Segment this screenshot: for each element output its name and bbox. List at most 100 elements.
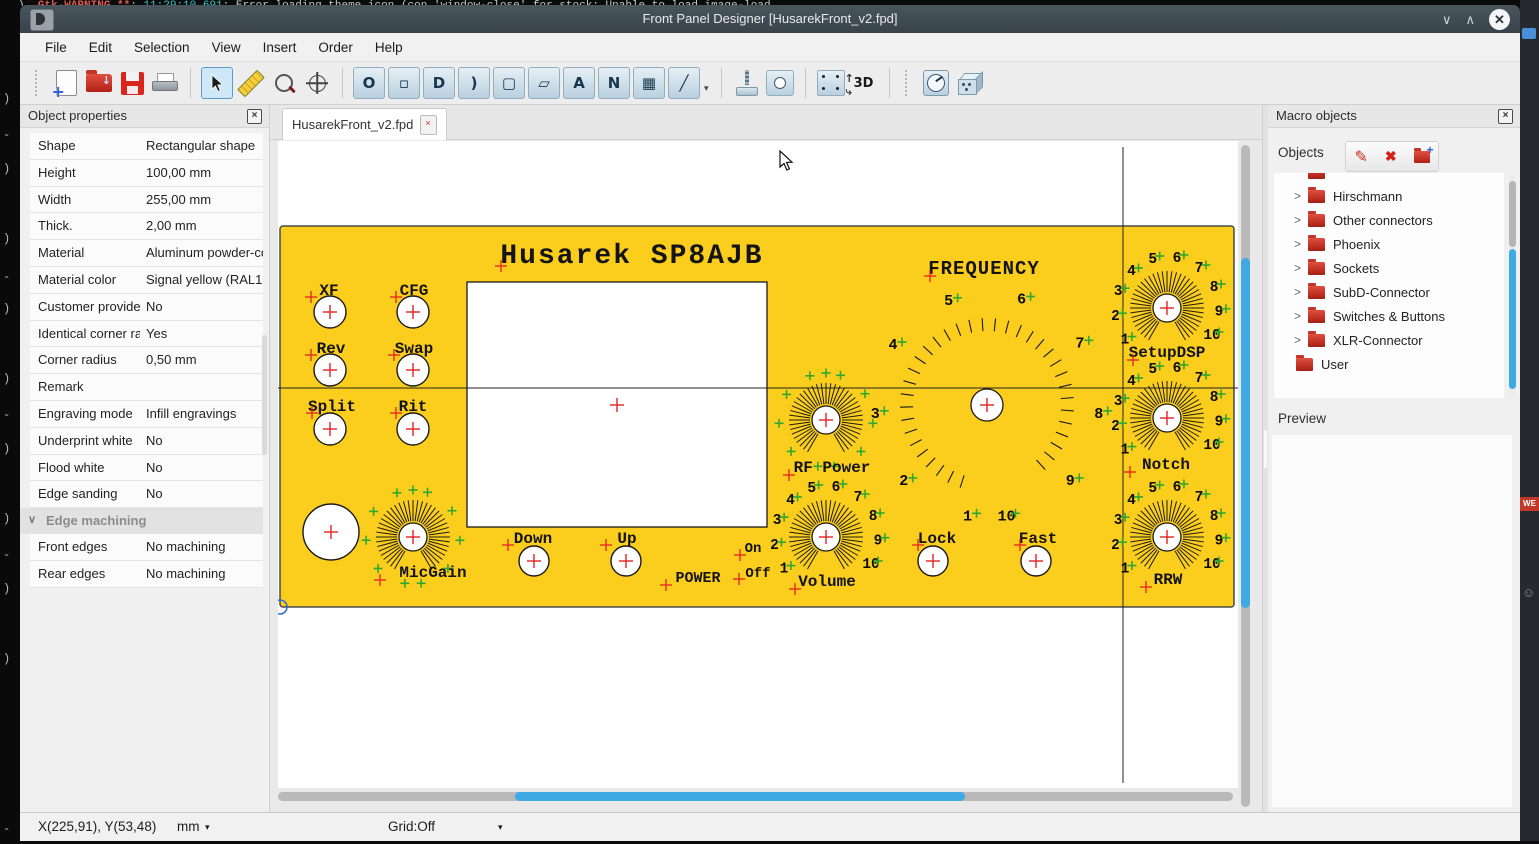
rectangle-tool-button[interactable]: ▫: [388, 67, 420, 99]
engraving-tool-button[interactable]: N: [598, 67, 630, 99]
property-value[interactable]: No machining: [140, 561, 263, 587]
panel-label-split[interactable]: Split: [306, 398, 356, 419]
panel-hole[interactable]: [397, 354, 429, 386]
zoom-tool-button[interactable]: [269, 68, 299, 98]
ellipse-tool-button[interactable]: O: [353, 67, 385, 99]
enclosure-button[interactable]: [954, 68, 984, 98]
price-calc-button[interactable]: [921, 68, 951, 98]
panel-hole[interactable]: [303, 504, 359, 560]
close-button[interactable]: ✕: [1489, 9, 1510, 30]
property-value[interactable]: Aluminum powder-coated: [140, 240, 263, 266]
menu-file[interactable]: File: [34, 33, 78, 62]
open-file-button[interactable]: [84, 68, 114, 98]
panel-hole[interactable]: [314, 296, 346, 328]
expand-chevron-icon[interactable]: >: [1294, 261, 1308, 275]
expand-chevron-icon[interactable]: >: [1294, 309, 1308, 323]
property-value[interactable]: 100,00 mm: [140, 160, 263, 186]
property-row[interactable]: Height100,00 mm: [30, 160, 263, 187]
line-tool-button[interactable]: ╱: [668, 67, 700, 99]
property-row[interactable]: Edge sandingNo: [30, 481, 263, 508]
freeform-tool-button[interactable]: ▱: [528, 67, 560, 99]
property-row[interactable]: MaterialAluminum powder-coated: [30, 240, 263, 267]
add-folder-icon[interactable]: [1414, 151, 1430, 163]
minimize-button[interactable]: ∨: [1442, 13, 1452, 26]
property-value[interactable]: Rectangular shape: [140, 133, 263, 159]
panel-label-lock[interactable]: Lock: [912, 530, 957, 551]
property-value[interactable]: 0,50 mm: [140, 347, 263, 373]
panel-hole[interactable]: [397, 296, 429, 328]
property-value[interactable]: No machining: [140, 534, 263, 560]
unit-dropdown-icon[interactable]: ▾: [205, 813, 210, 841]
property-row[interactable]: Identical corner radiiYes: [30, 321, 263, 348]
panel-hole[interactable]: [314, 413, 346, 445]
d-hole-tool-button[interactable]: D: [423, 67, 455, 99]
tree-item-hirschmann[interactable]: >Hirschmann: [1274, 184, 1504, 208]
property-row[interactable]: Customer providedNo: [30, 294, 263, 321]
property-row[interactable]: ShapeRectangular shape: [30, 133, 263, 160]
edit-macro-icon[interactable]: ✎: [1354, 147, 1367, 167]
property-row[interactable]: Material colorSignal yellow (RAL1003): [30, 267, 263, 294]
image-tool-button[interactable]: ▦: [633, 67, 665, 99]
menu-view[interactable]: View: [201, 33, 252, 62]
expand-chevron-icon[interactable]: >: [1294, 189, 1308, 203]
canvas-hscrollbar[interactable]: [278, 792, 1233, 801]
tree-item-other-connectors[interactable]: >Other connectors: [1274, 208, 1504, 232]
tree-item-switches-buttons[interactable]: >Switches & Buttons: [1274, 304, 1504, 328]
text-tool-button[interactable]: A: [563, 67, 595, 99]
property-row[interactable]: Remark: [30, 374, 263, 401]
print-button[interactable]: [150, 68, 180, 98]
property-value[interactable]: No: [140, 455, 263, 481]
toolbar-handle-2[interactable]: [905, 70, 913, 96]
measure-tool-button[interactable]: [236, 68, 266, 98]
save-button[interactable]: [117, 68, 147, 98]
tree-item-partial[interactable]: [1274, 173, 1504, 184]
property-value[interactable]: Signal yellow (RAL1003): [140, 267, 263, 293]
macro-tree-scrollbar[interactable]: [1509, 175, 1516, 397]
menu-edit[interactable]: Edit: [78, 33, 123, 62]
property-value[interactable]: No: [140, 294, 263, 320]
select-tool-button[interactable]: [201, 67, 233, 99]
tree-item-xlr-connector[interactable]: >XLR-Connector: [1274, 328, 1504, 352]
line-tool-dropdown[interactable]: ▾: [704, 83, 709, 94]
panel-label-swap[interactable]: Swap: [388, 340, 433, 361]
threed-view-button[interactable]: 3D: [849, 68, 879, 98]
property-row[interactable]: Rear edgesNo machining: [30, 561, 263, 588]
delete-macro-icon[interactable]: ✖: [1385, 148, 1397, 165]
property-value[interactable]: Yes: [140, 321, 263, 347]
property-value[interactable]: No: [140, 481, 263, 507]
property-value[interactable]: 2,00 mm: [140, 213, 263, 239]
panel-label-frequency[interactable]: FREQUENCY: [924, 258, 1040, 282]
tab-husarekfront[interactable]: HusarekFront_v2.fpd: [282, 108, 447, 140]
panel-hole[interactable]: [1021, 546, 1051, 576]
tree-item-sockets[interactable]: >Sockets: [1274, 256, 1504, 280]
panel-hole[interactable]: [314, 354, 346, 386]
expand-chevron-icon[interactable]: >: [1294, 285, 1308, 299]
grid-status[interactable]: Grid:Off: [388, 813, 435, 841]
property-row[interactable]: Width255,00 mm: [30, 187, 263, 214]
tree-item-phoenix[interactable]: >Phoenix: [1274, 232, 1504, 256]
property-row[interactable]: Thick.2,00 mm: [30, 213, 263, 240]
hole-tool-button[interactable]: [765, 68, 795, 98]
expand-chevron-icon[interactable]: >: [1294, 333, 1308, 347]
panel-hole[interactable]: [918, 546, 948, 576]
corner-tool-button[interactable]: [816, 68, 846, 98]
panel-hole[interactable]: [397, 413, 429, 445]
close-properties-icon[interactable]: ×: [247, 109, 262, 124]
canvas-vscrollbar-thumb[interactable]: [1241, 258, 1250, 608]
property-value[interactable]: No: [140, 428, 263, 454]
close-macro-icon[interactable]: ×: [1498, 109, 1513, 124]
origin-tool-button[interactable]: [302, 68, 332, 98]
panel-label-fast[interactable]: Fast: [1014, 530, 1057, 551]
menu-order[interactable]: Order: [307, 33, 364, 62]
menu-help[interactable]: Help: [364, 33, 414, 62]
tab-close-icon[interactable]: [420, 115, 437, 135]
property-value[interactable]: 255,00 mm: [140, 187, 263, 213]
panel-title[interactable]: Husarek SP8AJB: [495, 241, 764, 272]
property-value[interactable]: [140, 374, 263, 400]
tree-item-subd-connector[interactable]: >SubD-Connector: [1274, 280, 1504, 304]
tree-item-user[interactable]: >User: [1274, 352, 1504, 376]
panel-hole[interactable]: [519, 546, 549, 576]
grid-dropdown-icon[interactable]: ▾: [498, 813, 503, 841]
cutout-tool-button[interactable]: ▢: [493, 67, 525, 99]
canvas-vscrollbar[interactable]: [1241, 145, 1250, 807]
